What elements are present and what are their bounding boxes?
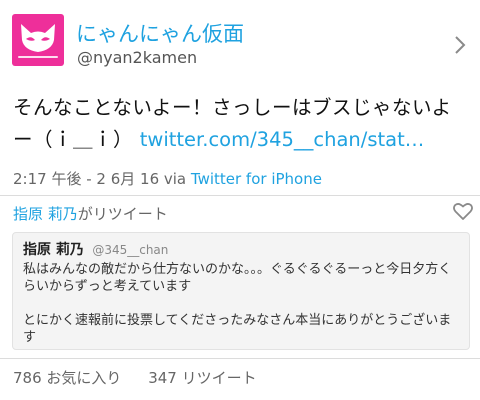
favorites-count[interactable]: 786 お気に入り [13, 369, 121, 387]
avatar[interactable] [12, 14, 64, 66]
quote-author-name: 指原 莉乃 [23, 242, 84, 258]
tweet-link[interactable]: twitter.com/345__chan/stat… [140, 128, 425, 151]
retweet-suffix: がリツイート [77, 205, 168, 223]
quote-paragraph: 私はみんなの敵だから仕方ないのかな。。。ぐるぐるぐるーっと今日夕方くらいからずっ… [23, 262, 452, 294]
quote-body: 私はみんなの敵だから仕方ないのかな。。。ぐるぐるぐるーっと今日夕方くらいからずっ… [23, 261, 459, 346]
user-handle[interactable]: @nyan2kamen [77, 48, 197, 67]
retweeter-name[interactable]: 指原 莉乃 [13, 205, 78, 223]
retweets-count[interactable]: 347 リツイート [148, 369, 256, 387]
tweet-timestamp: 2:17 午後 - 2 6月 16 via [13, 170, 191, 188]
cat-mask-logo-icon [18, 24, 58, 58]
tweet-text: そんなことないよー！さっしーはブスじゃないよー（ｉ＿ｉ） twitter.com… [13, 92, 469, 156]
divider [0, 358, 480, 359]
chevron-right-icon[interactable] [452, 34, 468, 56]
tweet-header[interactable]: にゃんにゃん仮面 @nyan2kamen [0, 0, 480, 82]
display-name[interactable]: にゃんにゃん仮面 [76, 18, 244, 48]
retweeted-by: 指原 莉乃がリツイート [13, 203, 168, 224]
quote-header: 指原 莉乃 @345__chan [23, 239, 459, 259]
quote-author-handle: @345__chan [92, 243, 169, 257]
heart-icon[interactable] [451, 199, 475, 223]
divider [0, 195, 480, 196]
quote-paragraph: とにかく速報前に投票してくださったみなさん本当にありがとうございます [23, 313, 452, 345]
tweet-stats: 786 お気に入り 347 リツイート [13, 367, 279, 388]
via-client-link[interactable]: Twitter for iPhone [191, 170, 322, 188]
quoted-tweet[interactable]: 指原 莉乃 @345__chan 私はみんなの敵だから仕方ないのかな。。。ぐるぐ… [12, 232, 470, 350]
tweet-meta: 2:17 午後 - 2 6月 16 via Twitter for iPhone [13, 168, 322, 189]
